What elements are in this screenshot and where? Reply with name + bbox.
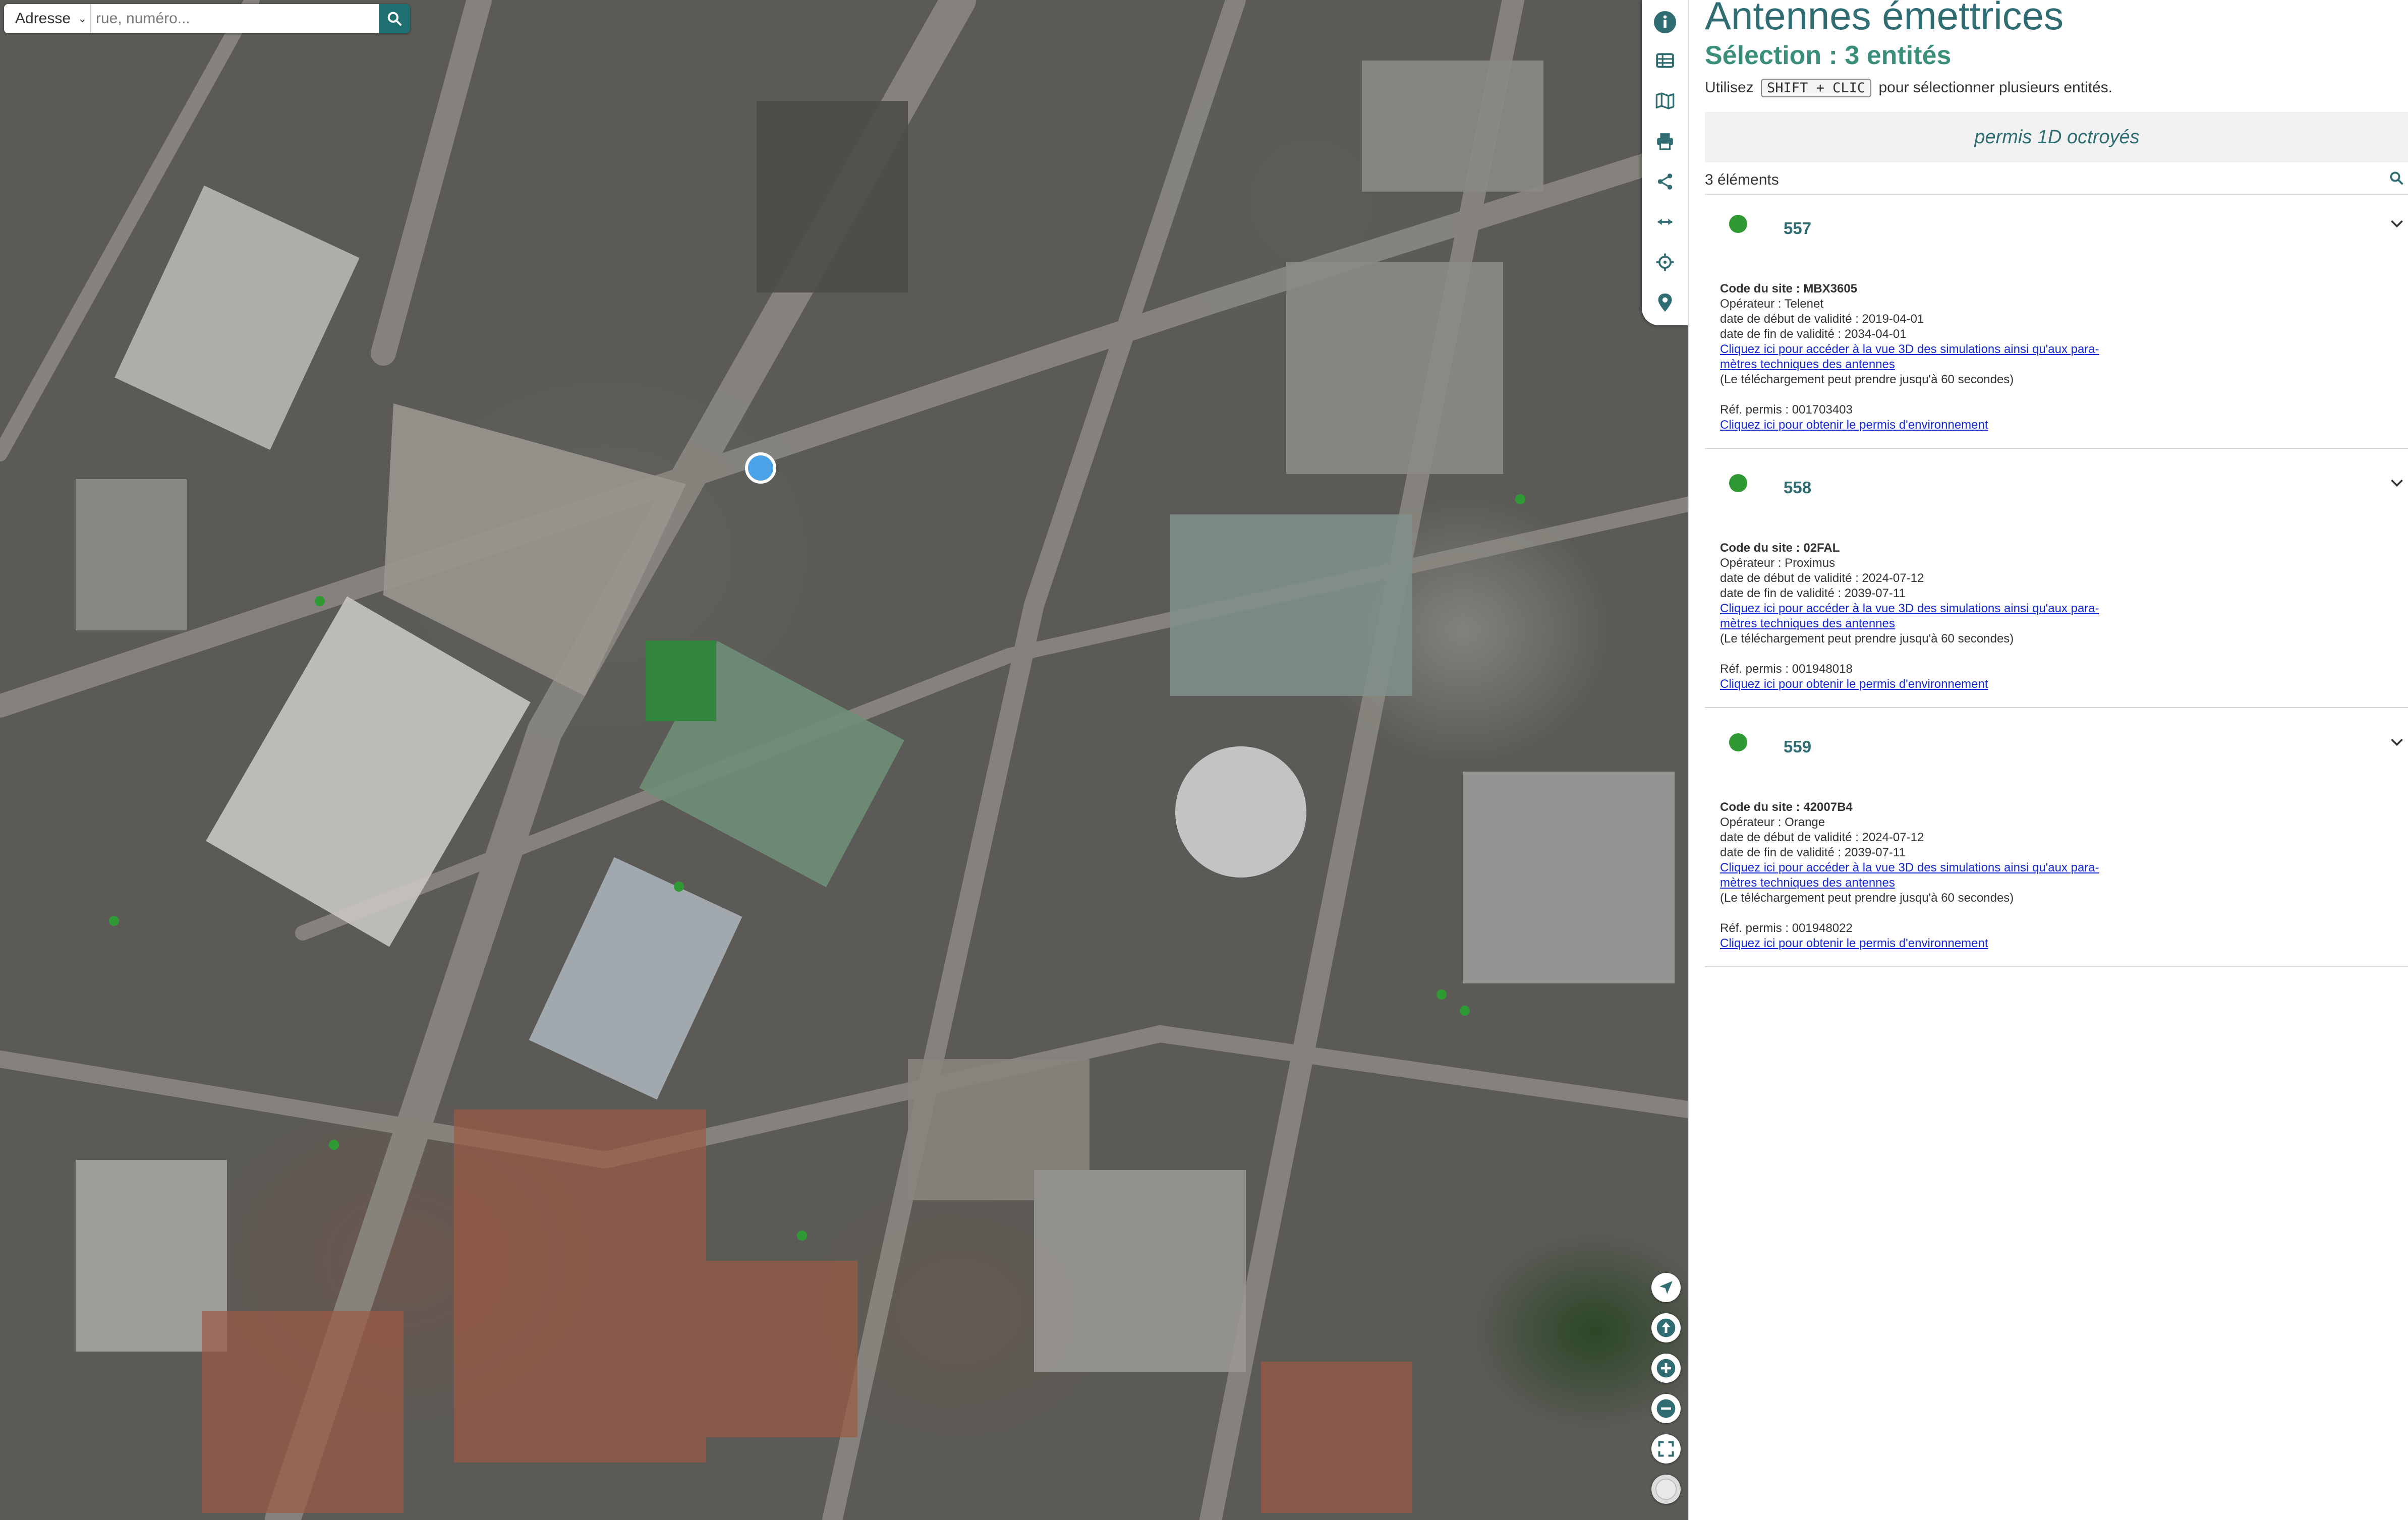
- status-dot: [1729, 733, 1747, 751]
- entity-id: 558: [1784, 478, 1812, 497]
- site-code: Code du site : MBX3605: [1720, 282, 1858, 296]
- entity-details: Code du site : MBX3605 Opérateur : Telen…: [1705, 245, 2408, 448]
- share-icon: [1657, 173, 1673, 190]
- permit-link[interactable]: Cliquez ici pour obtenir le permis d'env…: [1720, 677, 2408, 692]
- permit-ref: Réf. permis : 001948018: [1720, 662, 1853, 676]
- locate-icon: [1659, 1281, 1673, 1294]
- view-3d-link-line1: Cliquez ici pour accéder à la vue 3D des…: [1720, 602, 2099, 615]
- entity-id: 557: [1784, 219, 1812, 238]
- crosshair-button[interactable]: [1653, 250, 1677, 274]
- search-icon: [387, 12, 402, 26]
- permit-ref: Réf. permis : 001703403: [1720, 403, 1853, 417]
- download-note: (Le téléchargement peut prendre jusqu'à …: [1720, 632, 2014, 646]
- entity-card: 559 Code du site : 42007B4 Opérateur : O…: [1705, 713, 2408, 967]
- zoom-in-button[interactable]: [1651, 1354, 1681, 1383]
- download-note: (Le téléchargement peut prendre jusqu'à …: [1720, 373, 2014, 386]
- crosshair-icon: [1656, 253, 1674, 271]
- status-dot: [1729, 215, 1747, 233]
- chevron-down-icon[interactable]: [2390, 219, 2404, 229]
- address-search-bar: Adresse ⌄: [4, 4, 410, 33]
- view-3d-link[interactable]: Cliquez ici pour accéder à la vue 3D des…: [1720, 860, 2408, 891]
- chevron-down-icon[interactable]: [2390, 478, 2404, 488]
- validity-start: date de début de validité : 2019-04-01: [1720, 312, 1924, 326]
- view-3d-link-line2: mètres techniques des antennes: [1720, 876, 1895, 890]
- view-3d-link[interactable]: Cliquez ici pour accéder à la vue 3D des…: [1720, 342, 2408, 372]
- validity-end: date de fin de validité : 2034-04-01: [1720, 327, 1907, 341]
- layer-title: Antennes émettrices: [1705, 0, 2064, 38]
- info-icon: [1654, 11, 1676, 33]
- print-icon: [1657, 133, 1673, 150]
- view-3d-link-line1: Cliquez ici pour accéder à la vue 3D des…: [1720, 342, 2099, 356]
- info-button[interactable]: [1653, 10, 1677, 34]
- download-note: (Le téléchargement peut prendre jusqu'à …: [1720, 891, 2014, 905]
- selected-antenna-marker: [745, 452, 776, 484]
- entity-header[interactable]: 558: [1705, 454, 2408, 504]
- table-button[interactable]: [1653, 48, 1677, 73]
- validity-end: date de fin de validité : 2039-07-11: [1720, 587, 1906, 600]
- north-arrow-icon: [1656, 1318, 1676, 1337]
- validity-start: date de début de validité : 2024-07-12: [1720, 571, 1924, 585]
- keyboard-shortcut: SHIFT + CLIC: [1761, 79, 1872, 97]
- chevron-down-icon: ⌄: [78, 12, 87, 25]
- hint-after: pour sélectionner plusieurs entités.: [1878, 79, 2113, 96]
- operator: Opérateur : Telenet: [1720, 297, 1824, 311]
- entity-id: 559: [1784, 737, 1812, 756]
- pin-icon: [1658, 294, 1672, 312]
- address-input[interactable]: [91, 4, 379, 33]
- permit-link[interactable]: Cliquez ici pour obtenir le permis d'env…: [1720, 418, 2408, 433]
- basemap-toggle[interactable]: [1651, 1475, 1681, 1504]
- info-panel: Antennes émettrices Sélection : 3 entité…: [1688, 0, 2408, 1520]
- validity-start: date de début de validité : 2024-07-12: [1720, 831, 1924, 844]
- share-button[interactable]: [1653, 169, 1677, 194]
- reset-north-button[interactable]: [1651, 1313, 1681, 1342]
- map-icon: [1655, 92, 1675, 109]
- fullscreen-button[interactable]: [1651, 1434, 1681, 1464]
- result-count-row: 3 éléments: [1705, 166, 2408, 195]
- zoom-out-icon: [1656, 1399, 1676, 1418]
- measure-button[interactable]: [1653, 210, 1677, 234]
- search-button[interactable]: [379, 4, 410, 33]
- filter-search-button[interactable]: [2389, 170, 2404, 190]
- aerial-imagery: [0, 0, 1688, 1520]
- group-header: permis 1D octroyés: [1705, 112, 2408, 162]
- measure-icon: [1657, 218, 1673, 225]
- entity-details: Code du site : 42007B4 Opérateur : Orang…: [1705, 764, 2408, 966]
- validity-end: date de fin de validité : 2039-07-11: [1720, 846, 1906, 859]
- map-view[interactable]: Adresse ⌄: [0, 0, 1688, 1520]
- search-mode-label: Adresse: [15, 10, 71, 27]
- entity-details: Code du site : 02FAL Opérateur : Proximu…: [1705, 504, 2408, 707]
- entity-header[interactable]: 559: [1705, 713, 2408, 764]
- selection-hint: Utilisez SHIFT + CLIC pour sélectionner …: [1705, 79, 2112, 97]
- fullscreen-icon: [1658, 1441, 1674, 1457]
- view-3d-link-line2: mètres techniques des antennes: [1720, 617, 1895, 630]
- view-3d-link[interactable]: Cliquez ici pour accéder à la vue 3D des…: [1720, 601, 2408, 631]
- status-dot: [1729, 474, 1747, 492]
- print-button[interactable]: [1653, 129, 1677, 153]
- operator: Opérateur : Orange: [1720, 815, 1825, 829]
- map-layers-button[interactable]: [1653, 89, 1677, 113]
- zoom-in-icon: [1656, 1359, 1676, 1378]
- permit-link[interactable]: Cliquez ici pour obtenir le permis d'env…: [1720, 936, 2408, 951]
- operator: Opérateur : Proximus: [1720, 556, 1836, 570]
- locate-button[interactable]: [1651, 1273, 1681, 1302]
- element-count: 3 éléments: [1705, 171, 1779, 188]
- chevron-down-icon[interactable]: [2390, 737, 2404, 747]
- map-toolbar: [1642, 0, 1688, 325]
- entity-header[interactable]: 557: [1705, 195, 2408, 245]
- view-3d-link-line2: mètres techniques des antennes: [1720, 358, 1895, 371]
- entity-card: 557 Code du site : MBX3605 Opérateur : T…: [1705, 195, 2408, 449]
- site-code: Code du site : 42007B4: [1720, 800, 1853, 814]
- search-icon: [2390, 171, 2403, 185]
- pin-button[interactable]: [1653, 290, 1677, 315]
- selection-count: Sélection : 3 entités: [1705, 41, 1952, 70]
- view-3d-link-line1: Cliquez ici pour accéder à la vue 3D des…: [1720, 861, 2099, 874]
- entity-card: 558 Code du site : 02FAL Opérateur : Pro…: [1705, 454, 2408, 708]
- table-icon: [1656, 53, 1674, 68]
- permit-ref: Réf. permis : 001948022: [1720, 921, 1853, 935]
- search-mode-select[interactable]: Adresse ⌄: [4, 4, 91, 33]
- site-code: Code du site : 02FAL: [1720, 541, 1840, 555]
- hint-before: Utilisez: [1705, 79, 1754, 96]
- zoom-out-button[interactable]: [1651, 1394, 1681, 1423]
- basemap-icon: [1655, 1478, 1677, 1500]
